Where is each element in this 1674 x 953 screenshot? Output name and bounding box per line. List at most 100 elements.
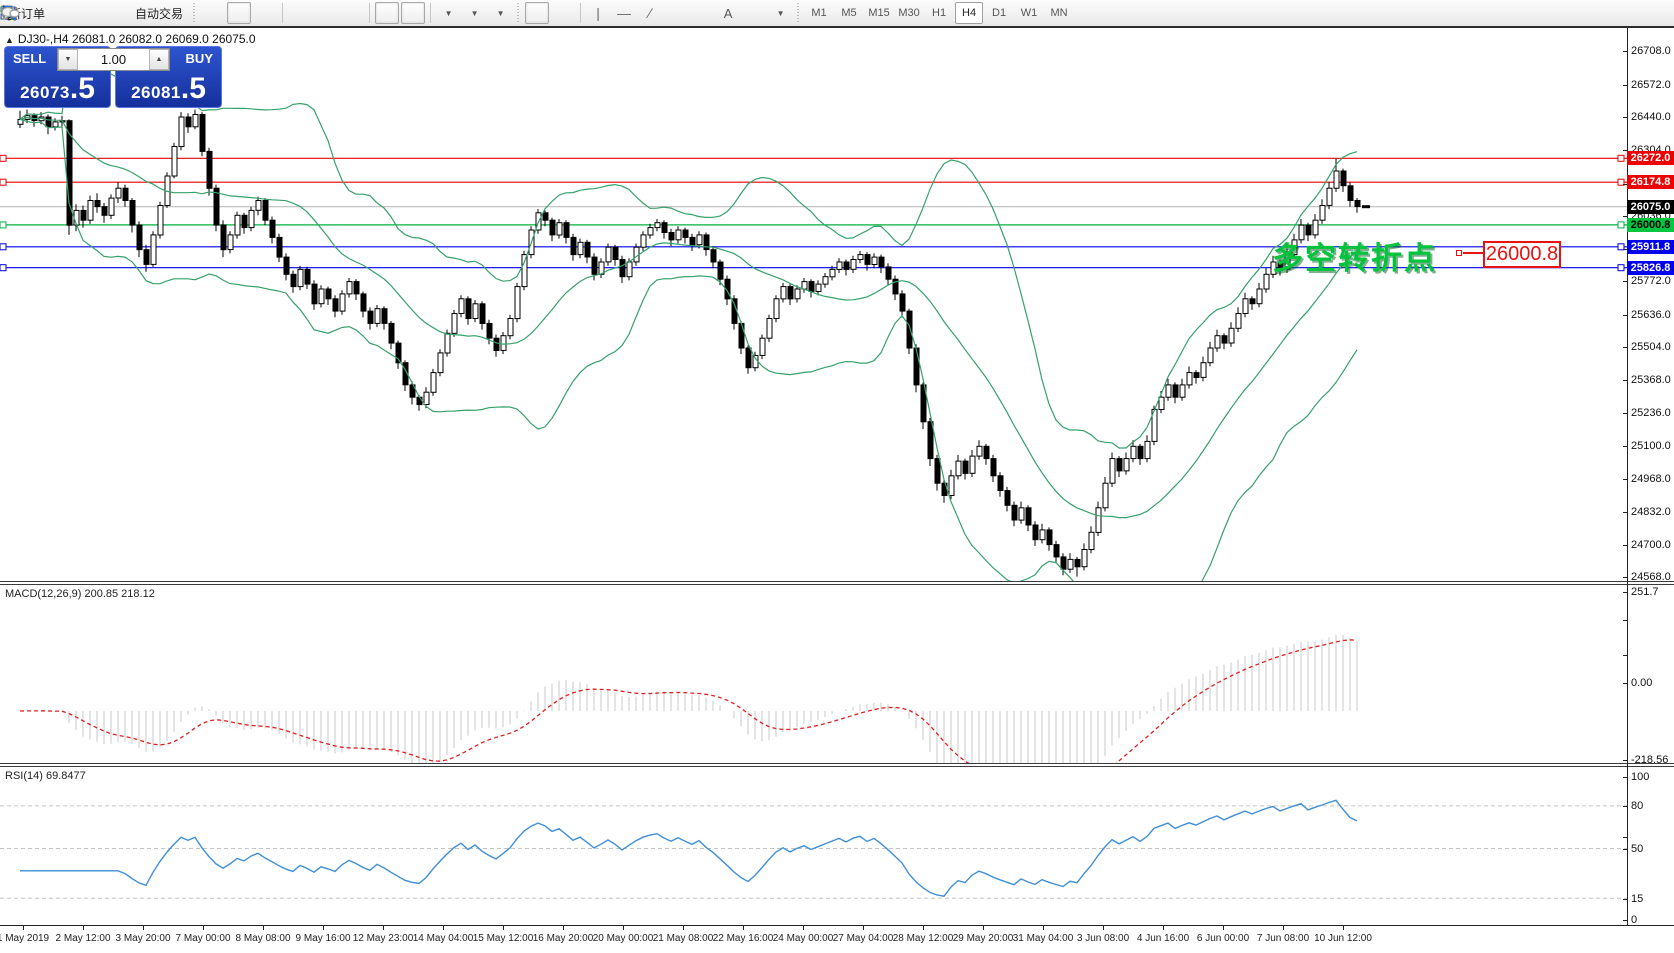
time-axis-tick <box>83 926 84 930</box>
line-anchor[interactable] <box>0 265 6 271</box>
time-axis-tick <box>1343 926 1344 930</box>
trendline-button[interactable]: ∕ <box>638 2 662 24</box>
resistance-line-price-badge: 26174.8 <box>1627 175 1674 189</box>
chart-shift-button[interactable] <box>401 2 425 24</box>
price-tick-label: 25504.0 <box>1631 341 1671 353</box>
tile-windows-button[interactable] <box>340 2 364 24</box>
time-axis-line <box>0 925 1674 926</box>
indicators-button[interactable]: ▼ <box>436 2 460 24</box>
time-axis-tick <box>323 926 324 930</box>
timeframe-button-w1[interactable]: W1 <box>1015 2 1043 24</box>
line-anchor[interactable] <box>1618 265 1624 271</box>
chat-button[interactable] <box>1646 2 1670 24</box>
auto-trading-button[interactable]: 自动交易 <box>130 2 188 24</box>
bollinger-bands[interactable] <box>20 59 1357 581</box>
time-axis-tick <box>503 926 504 930</box>
bar-chart-button[interactable] <box>201 2 225 24</box>
time-axis-tick <box>263 926 264 930</box>
volume-decrease-button[interactable]: ▼ <box>58 49 78 70</box>
toolbar-grip <box>796 3 801 23</box>
line-anchor[interactable] <box>1618 222 1624 228</box>
line-anchor[interactable] <box>0 155 6 161</box>
last-price-marker <box>1362 205 1370 208</box>
zoom-out-button[interactable] <box>314 2 338 24</box>
axis-tick <box>1623 777 1627 778</box>
pivot-line-price-badge: 26000.8 <box>1627 218 1674 232</box>
pivot-annotation-text: 多空转折点 <box>1272 233 1437 278</box>
arrows-dropdown-caret[interactable]: ▼ <box>777 9 785 18</box>
line-anchor[interactable] <box>0 179 6 185</box>
vertical-line-button[interactable]: | <box>586 2 610 24</box>
templates-button[interactable]: ▼ <box>488 2 512 24</box>
timeframe-button-m15[interactable]: M15 <box>865 2 893 24</box>
line-chart-button[interactable] <box>253 2 277 24</box>
time-axis-label: 10 Jun 12:00 <box>1314 933 1372 944</box>
axis-tick <box>1623 577 1627 578</box>
horizontal-line-button[interactable]: — <box>612 2 636 24</box>
timeframe-button-h4[interactable]: H4 <box>955 2 983 24</box>
macd-pane[interactable] <box>0 585 1627 763</box>
volume-value[interactable]: 1.00 <box>78 49 149 70</box>
toolbar-grip <box>516 3 521 23</box>
time-axis-label: 28 May 12:00 <box>893 933 954 944</box>
timeframe-button-m5[interactable]: M5 <box>835 2 863 24</box>
macd-label: MACD(12,26,9) 200.85 218.12 <box>5 588 155 600</box>
time-axis-tick <box>743 926 744 930</box>
zoom-in-button[interactable] <box>288 2 312 24</box>
signals-button[interactable] <box>104 2 128 24</box>
templates-dropdown-caret[interactable]: ▼ <box>497 9 505 18</box>
axis-tick <box>1623 315 1627 316</box>
community-button[interactable] <box>78 2 102 24</box>
equidistant-channel-button[interactable]: E <box>664 2 688 24</box>
periods-dropdown-caret[interactable]: ▼ <box>471 9 479 18</box>
text-icon: A <box>724 6 733 21</box>
line-anchor[interactable] <box>1618 155 1624 161</box>
volume-increase-button[interactable]: ▲ <box>149 49 169 70</box>
axis-tick <box>1623 545 1627 546</box>
chat-icon <box>0 5 20 22</box>
axis-tick <box>1623 760 1627 761</box>
resistance-line-price-badge: 26272.0 <box>1627 151 1674 165</box>
rsi-axis-label: 0 <box>1631 914 1637 926</box>
line-anchor[interactable] <box>0 222 6 228</box>
cursor-button[interactable] <box>525 2 549 24</box>
timeframe-button-h1[interactable]: H1 <box>925 2 953 24</box>
rsi-axis-label: 15 <box>1631 893 1643 905</box>
timeframe-button-d1[interactable]: D1 <box>985 2 1013 24</box>
periods-button[interactable]: ▼ <box>462 2 486 24</box>
buy-label: BUY <box>186 51 213 66</box>
main-chart-pane[interactable] <box>0 28 1627 581</box>
auto-scroll-button[interactable] <box>375 2 399 24</box>
axis-tick <box>1623 85 1627 86</box>
rsi-pane[interactable] <box>0 767 1627 925</box>
price-box-anchor <box>1456 250 1462 256</box>
axis-tick <box>1623 592 1627 593</box>
text-button[interactable]: A <box>716 2 740 24</box>
price-tick-label: 25636.0 <box>1631 309 1671 321</box>
metaeditor-button[interactable] <box>52 2 76 24</box>
timeframe-button-m30[interactable]: M30 <box>895 2 923 24</box>
search-button[interactable] <box>1620 2 1644 24</box>
fibonacci-button[interactable]: F <box>690 2 714 24</box>
collapse-panel-icon[interactable]: ▲ <box>5 35 14 45</box>
axis-tick <box>1623 216 1627 217</box>
price-tick-label: 25236.0 <box>1631 407 1671 419</box>
toolbar-separator <box>580 3 581 23</box>
timeframe-button-m1[interactable]: M1 <box>805 2 833 24</box>
bid-line-price-badge: 26075.0 <box>1627 200 1674 214</box>
line-anchor[interactable] <box>0 244 6 250</box>
text-label-button[interactable]: T <box>742 2 766 24</box>
price-box-connector <box>1463 252 1483 254</box>
timeframe-button-mn[interactable]: MN <box>1045 2 1073 24</box>
volume-stepper: ▼ 1.00 ▲ <box>57 48 170 71</box>
axis-tick <box>1623 117 1627 118</box>
axis-tick <box>1623 512 1627 513</box>
arrows-button[interactable]: ▼ <box>768 2 792 24</box>
candlestick-chart-button[interactable] <box>227 2 251 24</box>
crosshair-button[interactable] <box>551 2 575 24</box>
indicators-dropdown-caret[interactable]: ▼ <box>445 9 453 18</box>
time-axis-label: 6 Jun 00:00 <box>1197 933 1249 944</box>
price-tick-label: 24700.0 <box>1631 539 1671 551</box>
price-tick-label: 25368.0 <box>1631 374 1671 386</box>
price-tick-label: 24832.0 <box>1631 506 1671 518</box>
